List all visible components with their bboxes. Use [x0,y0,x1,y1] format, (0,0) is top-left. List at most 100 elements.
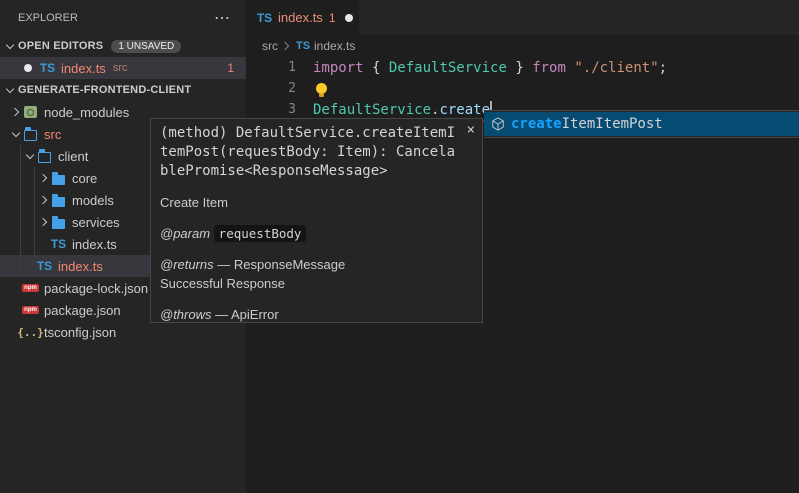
tree-item-label: package.json [44,303,121,318]
breadcrumb-file[interactable]: index.ts [314,39,355,53]
signature-line: temPost(requestBody: Item): Cancela [160,143,473,162]
open-editor-item-index-ts[interactable]: TS index.ts src 1 [0,57,246,79]
suggest-details-tooltip: × (method) DefaultService.createItemI te… [150,118,483,323]
line-number: 2 [246,81,296,96]
tab-error-count: 1 [329,11,336,25]
chevron-down-icon [24,150,36,162]
lightbulb-icon[interactable] [316,83,327,94]
tree-item-label: services [72,215,120,230]
token-default-service: DefaultService [313,102,431,118]
doc-throws: @throws — ApiError [160,305,473,323]
indent-guide [20,145,21,277]
folder-open-icon [36,148,53,164]
error-count-badge: 1 [227,61,234,75]
tree-item-label: index.ts [72,237,117,252]
modified-dot-icon[interactable] [24,64,32,72]
line-number: 3 [246,102,296,117]
typescript-file-icon: TS [50,236,67,252]
returns-separator: — [214,257,234,272]
explorer-header: EXPLORER ⋯ [0,0,246,35]
tree-item-label: tsconfig.json [44,325,116,340]
token-default-service: DefaultService [389,60,507,76]
indent-spacer [10,282,22,294]
folder-icon [50,170,67,186]
folder-icon [50,214,67,230]
explorer-title-label: EXPLORER [18,12,78,24]
indent-spacer [10,304,22,316]
folder-icon [50,192,67,208]
npm-file-icon: npm [22,302,39,318]
throws-text: ApiError [231,307,279,322]
signature-line: (method) DefaultService.createItemI [160,124,473,143]
token-brace: } [507,60,532,76]
suggest-match-text: create [511,116,562,132]
open-editors-label: OPEN EDITORS [18,40,103,52]
param-tag: @param [160,226,210,241]
tree-item-label: src [44,127,61,142]
node-modules-folder-icon [22,104,39,120]
workspace-label: GENERATE-FRONTEND-CLIENT [18,84,191,96]
indent-guide [34,167,35,255]
tab-bar: TS index.ts 1 [246,0,799,35]
breadcrumb: src TS index.ts [246,35,799,57]
open-editor-file-label: index.ts [61,61,106,76]
breadcrumb-folder[interactable]: src [262,39,278,53]
tree-item-label: client [58,149,88,164]
chevron-down-icon [4,84,16,96]
suggest-widget: createItemItemPost [484,110,799,138]
token-from: from [532,60,566,76]
signature-line: blePromise<ResponseMessage> [160,162,473,181]
unsaved-badge: 1 UNSAVED [111,40,181,53]
typescript-file-icon: TS [39,60,56,76]
token-module-string: "./client" [566,60,659,76]
npm-file-icon: npm [22,280,39,296]
tree-item-label: core [72,171,97,186]
token-semicolon: ; [659,60,667,76]
chevron-down-icon [4,40,16,52]
close-icon[interactable]: × [467,122,475,138]
method-icon [489,116,506,132]
token-import: import [313,60,364,76]
suggest-item-create-item-item-post[interactable]: createItemItemPost [484,112,799,136]
chevron-right-icon [10,106,22,118]
typescript-file-icon: TS [256,10,273,26]
workspace-section-header[interactable]: GENERATE-FRONTEND-CLIENT [0,79,246,101]
doc-description: Create Item [160,193,473,212]
doc-returns: @returns — ResponseMessage Successful Re… [160,255,410,293]
indent-spacer [38,238,50,250]
tree-item-label: index.ts [58,259,103,274]
json-config-icon: {..} [22,324,39,340]
returns-tag: @returns [160,257,214,272]
tree-item-label: models [72,193,114,208]
chevron-right-icon [38,216,50,228]
tree-item-tsconfig-json[interactable]: {..} tsconfig.json [0,321,246,343]
line-number: 1 [246,60,296,75]
token-create: create [439,102,490,118]
token-dot: . [431,102,439,118]
tree-item-label: node_modules [44,105,129,120]
code-line-1: 1 import { DefaultService } from "./clie… [246,57,799,78]
doc-param: @param requestBody [160,224,473,243]
open-editor-file-detail: src [113,62,128,74]
param-name-chip: requestBody [214,225,307,242]
modified-dot-icon[interactable] [345,14,353,22]
suggest-rest-text: ItemItemPost [562,116,663,132]
vscode-window: EXPLORER ⋯ OPEN EDITORS 1 UNSAVED TS ind… [0,0,799,493]
open-editors-section-header[interactable]: OPEN EDITORS 1 UNSAVED [0,35,246,57]
indent-spacer [24,260,36,272]
typescript-file-icon: TS [296,38,310,54]
chevron-right-icon [38,194,50,206]
chevron-right-icon [38,172,50,184]
folder-open-icon [22,126,39,142]
chevron-right-icon [280,40,292,52]
more-actions-icon[interactable]: ⋯ [214,8,232,28]
tab-index-ts[interactable]: TS index.ts 1 [246,0,359,35]
tree-item-label: package-lock.json [44,281,148,296]
chevron-down-icon [10,128,22,140]
token-brace: { [364,60,389,76]
typescript-file-icon: TS [36,258,53,274]
throws-tag: @throws [160,307,212,322]
tab-file-label: index.ts [278,10,323,25]
code-line-2: 2 [246,78,799,99]
throws-separator: — [212,307,232,322]
